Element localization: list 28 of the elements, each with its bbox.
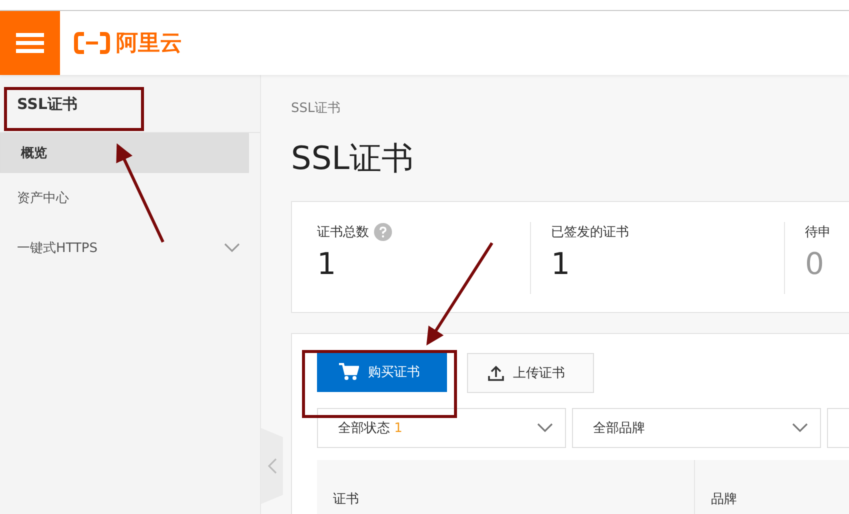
menu-icon — [16, 32, 44, 54]
sidebar-item[interactable]: 资产中心 — [0, 173, 260, 223]
help-icon[interactable] — [374, 223, 392, 241]
page-title: SSL证书 — [291, 138, 414, 179]
chevron-icon — [792, 423, 808, 433]
stat-label: 待申 — [805, 224, 831, 241]
upload-button[interactable]: 上传证书 — [467, 353, 594, 393]
chevron-icon — [537, 423, 553, 433]
menu-button[interactable] — [0, 11, 60, 75]
filter-dropdown[interactable]: 全部品牌 — [572, 408, 821, 448]
sidebar-item[interactable]: 一键式HTTPS — [0, 223, 260, 273]
stat-label: 证书总数 — [317, 224, 369, 241]
breadcrumb[interactable]: SSL证书 — [291, 99, 341, 117]
upload-icon — [488, 365, 504, 381]
column-header: 品牌 — [694, 460, 831, 514]
stat-value: 1 — [551, 246, 572, 284]
buy-button[interactable]: 购买证书 — [317, 352, 447, 392]
stat-label: 已签发的证书 — [551, 224, 629, 241]
stat-value: 1 — [317, 246, 338, 284]
chevron-icon — [224, 243, 240, 253]
logo-text: 阿里云 — [116, 30, 182, 58]
sidebar-item[interactable]: 概览 — [0, 133, 249, 173]
column-header: 证书 — [332, 491, 360, 509]
stat-value: 0 — [805, 246, 826, 284]
chevron-left-icon — [268, 458, 276, 474]
cart-icon — [339, 363, 359, 381]
filter-dropdown[interactable]: 全部状态 1 — [317, 408, 566, 448]
logo-icon — [74, 32, 110, 54]
